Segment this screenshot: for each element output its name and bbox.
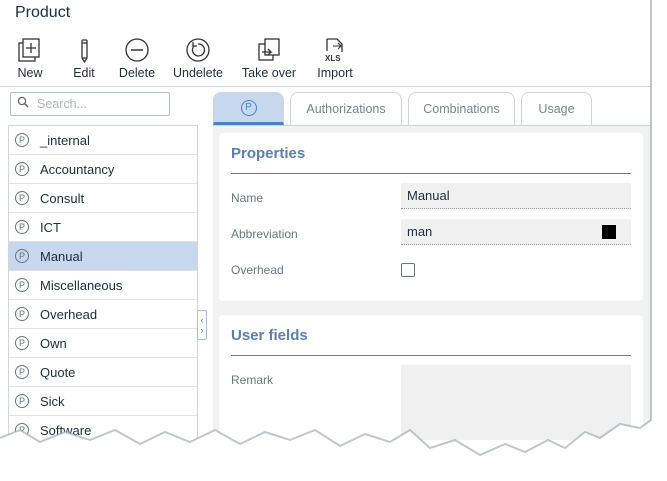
property-icon: P xyxy=(15,423,29,437)
list-item-label: Manual xyxy=(40,248,83,264)
chevron-left-icon: ‹ xyxy=(200,315,204,325)
edit-icon xyxy=(70,36,98,64)
user-fields-heading: User fields xyxy=(231,327,308,344)
detail-panel: Properties Name Manual Abbreviation man … xyxy=(213,126,651,446)
property-icon: P xyxy=(15,307,29,321)
remark-textarea[interactable] xyxy=(401,365,631,440)
list-item-label: Consult xyxy=(40,190,85,206)
delete-button-label: Delete xyxy=(118,66,156,80)
search-input[interactable] xyxy=(35,96,159,112)
abbreviation-field[interactable]: man xyxy=(401,219,631,245)
new-button[interactable]: New xyxy=(8,36,52,80)
collapse-panel-toggle[interactable]: ‹ › xyxy=(197,310,207,340)
tab-authorizations[interactable]: Authorizations xyxy=(290,92,402,125)
property-icon: P xyxy=(15,394,29,408)
color-swatch[interactable] xyxy=(602,225,616,239)
properties-heading: Properties xyxy=(231,145,306,162)
property-icon: P xyxy=(15,162,29,176)
list-item-label: Own xyxy=(40,335,67,351)
list-item-label: _internal xyxy=(40,132,90,148)
list-item-label: Overhead xyxy=(40,306,98,322)
property-icon: P xyxy=(15,278,29,292)
search-icon xyxy=(17,95,29,113)
undelete-button[interactable]: Undelete xyxy=(170,36,226,80)
abbreviation-value: man xyxy=(407,224,433,239)
page-title: Product xyxy=(15,4,71,21)
list-item[interactable]: P Sick xyxy=(9,387,197,416)
tab-usage[interactable]: Usage xyxy=(521,92,592,125)
property-icon: P xyxy=(240,99,257,116)
list-item[interactable]: P Accountancy xyxy=(9,155,197,184)
toolbar: New Edit Delete Undelete Take over XLS I… xyxy=(8,36,370,80)
property-icon: P xyxy=(15,365,29,379)
property-icon: P xyxy=(15,133,29,147)
list-item[interactable]: P Consult xyxy=(9,184,197,213)
property-icon: P xyxy=(15,249,29,263)
list-item[interactable]: P Miscellaneous xyxy=(9,271,197,300)
take-over-button-label: Take over xyxy=(241,66,297,80)
list-item-label: Software xyxy=(40,422,92,438)
list-item[interactable]: P _internal xyxy=(9,126,197,155)
new-button-label: New xyxy=(17,66,43,80)
import-xls-icon: XLS xyxy=(321,36,349,64)
toolbar-divider xyxy=(0,86,651,87)
property-icon: P xyxy=(15,336,29,350)
chevron-right-icon: › xyxy=(200,325,204,335)
properties-divider xyxy=(231,173,631,174)
list-item[interactable]: P ICT xyxy=(9,213,197,242)
delete-icon xyxy=(123,36,151,64)
import-button-label: Import xyxy=(317,66,353,80)
overhead-label: Overhead xyxy=(231,263,284,277)
tab-bar: P Authorizations Combinations Usage xyxy=(213,92,651,126)
list-item[interactable]: P Manual xyxy=(9,242,197,271)
edit-button[interactable]: Edit xyxy=(64,36,104,80)
list-item-label: Sick xyxy=(40,393,65,409)
property-icon: P xyxy=(15,220,29,234)
user-fields-section: User fields Remark xyxy=(219,315,643,446)
name-value: Manual xyxy=(407,188,450,203)
import-button[interactable]: XLS Import xyxy=(312,36,358,80)
remark-label: Remark xyxy=(231,373,274,387)
new-icon xyxy=(16,36,44,64)
search-box[interactable] xyxy=(10,92,170,116)
tab-combinations[interactable]: Combinations xyxy=(408,92,515,125)
delete-button[interactable]: Delete xyxy=(116,36,158,80)
list-item-label: Miscellaneous xyxy=(40,277,123,293)
app-window: Product New Edit Delete Undelete Take ov… xyxy=(0,0,651,446)
product-list: P _internal P Accountancy P Consult P ICT P Manua… xyxy=(8,125,198,445)
list-item[interactable]: P Software xyxy=(9,416,197,445)
tab-properties[interactable]: P xyxy=(213,92,284,125)
list-item-label: ICT xyxy=(40,219,61,235)
list-item[interactable]: P Quote xyxy=(9,358,197,387)
overhead-checkbox[interactable] xyxy=(401,263,415,277)
take-over-button[interactable]: Take over xyxy=(238,36,300,80)
user-fields-divider xyxy=(231,355,631,356)
list-item[interactable]: P Own xyxy=(9,329,197,358)
list-item-label: Accountancy xyxy=(40,161,115,177)
property-icon: P xyxy=(15,191,29,205)
undelete-button-label: Undelete xyxy=(172,66,224,80)
abbreviation-label: Abbreviation xyxy=(231,227,298,241)
svg-text:XLS: XLS xyxy=(325,54,341,63)
name-label: Name xyxy=(231,191,264,205)
list-item-label: Quote xyxy=(40,364,76,380)
name-field[interactable]: Manual xyxy=(401,183,631,209)
edit-button-label: Edit xyxy=(73,66,95,80)
properties-section: Properties Name Manual Abbreviation man … xyxy=(219,133,643,301)
take-over-icon xyxy=(255,36,283,64)
list-item[interactable]: P Overhead xyxy=(9,300,197,329)
undelete-icon xyxy=(184,36,212,64)
